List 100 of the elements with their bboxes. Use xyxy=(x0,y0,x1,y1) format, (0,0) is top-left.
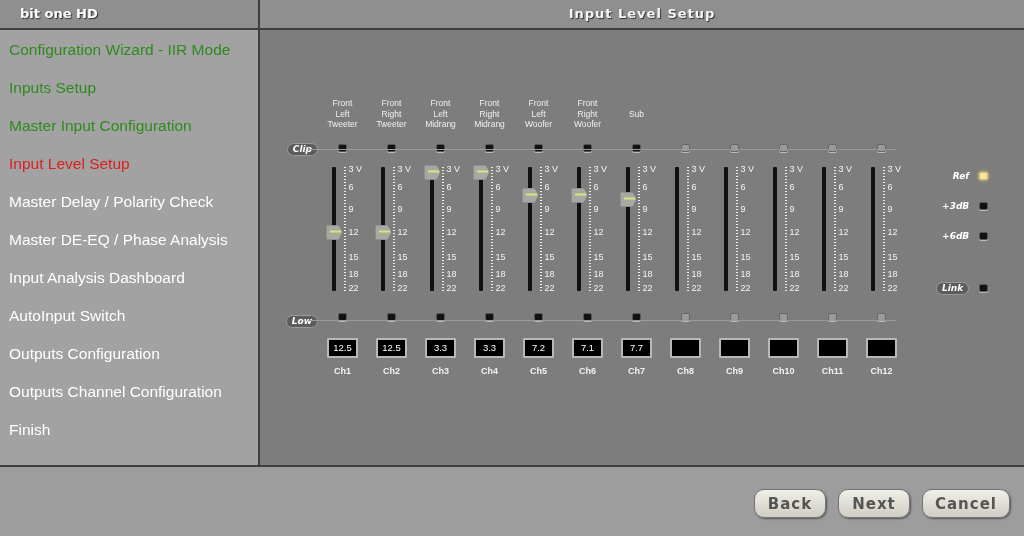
scale-label: 3 V xyxy=(348,164,362,175)
scale-label: 15 xyxy=(887,252,899,263)
slider-thumb[interactable] xyxy=(619,191,637,207)
level-slider[interactable] xyxy=(374,164,392,294)
scale-label: 12 xyxy=(740,227,752,238)
scale-label: 18 xyxy=(544,269,556,280)
scale-label: 18 xyxy=(887,269,899,280)
scale-label: 15 xyxy=(593,252,605,263)
level-readout: 12.5 xyxy=(376,338,407,358)
scale-label: 18 xyxy=(495,269,507,280)
wizard-button[interactable]: Back xyxy=(754,489,826,518)
led-indicator xyxy=(485,313,494,321)
channel-name: Ch6 xyxy=(579,366,596,376)
wizard-step[interactable]: AutoInput Switch xyxy=(0,307,258,345)
level-readout: 7.2 xyxy=(523,338,554,358)
reference-label: +3dB xyxy=(942,201,970,211)
scale-label: 3 V xyxy=(887,164,901,175)
level-readout: 12.5 xyxy=(327,338,358,358)
wizard-button[interactable]: Next xyxy=(838,489,910,518)
wizard-step[interactable]: Input Analysis Dashboard xyxy=(0,269,258,307)
wizard-step[interactable]: Configuration Wizard - IIR Mode xyxy=(0,41,258,79)
wizard-step[interactable]: Master Delay / Polarity Check xyxy=(0,193,258,231)
slider-thumb[interactable] xyxy=(570,188,588,204)
scale-label: 15 xyxy=(544,252,556,263)
clip-label: Clip xyxy=(286,143,318,156)
scale-label: 3 V xyxy=(642,164,656,175)
level-readout xyxy=(817,338,848,358)
scale-label: 6 xyxy=(495,182,502,193)
scale-label: 6 xyxy=(642,182,649,193)
wizard-step[interactable]: Outputs Channel Configuration xyxy=(0,383,258,421)
channel-label: Front Right Tweeter xyxy=(375,97,408,132)
level-slider[interactable] xyxy=(325,164,343,294)
level-readout: 7.1 xyxy=(572,338,603,358)
scale-label: 15 xyxy=(838,252,850,263)
wizard-step[interactable]: Input Level Setup xyxy=(0,155,258,193)
scale-label: 6 xyxy=(593,182,600,193)
led-indicator xyxy=(583,313,592,321)
scale-label: 12 xyxy=(348,227,360,238)
scale-label: 6 xyxy=(691,182,698,193)
scale-label: 6 xyxy=(740,182,747,193)
scale-label: 3 V xyxy=(544,164,558,175)
scale-label: 6 xyxy=(789,182,796,193)
wizard-step[interactable]: Inputs Setup xyxy=(0,79,258,117)
scale-label: 22 xyxy=(887,283,899,294)
wizard-button[interactable]: Cancel xyxy=(922,489,1010,518)
scale-label: 22 xyxy=(691,283,703,294)
reference-label: Ref xyxy=(952,171,970,181)
scale-label: 18 xyxy=(691,269,703,280)
slider-thumb[interactable] xyxy=(423,165,441,180)
scale-label: 3 V xyxy=(397,164,411,175)
level-slider[interactable] xyxy=(570,164,588,294)
wizard-step[interactable]: Master DE-EQ / Phase Analysis xyxy=(0,231,258,269)
level-slider[interactable] xyxy=(472,164,490,294)
scale-label: 3 V xyxy=(593,164,607,175)
scale-label: 15 xyxy=(740,252,752,263)
scale-label: 15 xyxy=(348,252,360,263)
low-label: Low xyxy=(285,315,318,328)
wizard-step[interactable]: Master Input Configuration xyxy=(0,117,258,155)
level-slider[interactable] xyxy=(619,164,637,294)
scale-label: 15 xyxy=(789,252,801,263)
scale-label: 3 V xyxy=(495,164,509,175)
scale-label: 9 xyxy=(789,204,796,215)
scale-label: 9 xyxy=(838,204,845,215)
scale-label: 12 xyxy=(691,227,703,238)
scale-label: 15 xyxy=(691,252,703,263)
scale-label: 9 xyxy=(495,204,502,215)
scale-label: 18 xyxy=(740,269,752,280)
slider-thumb[interactable] xyxy=(325,225,343,241)
scale-label: 9 xyxy=(593,204,600,215)
reference-label: +6dB xyxy=(942,231,970,241)
level-slider[interactable] xyxy=(521,164,539,294)
scale-label: 22 xyxy=(495,283,507,294)
slider-thumb[interactable] xyxy=(472,165,490,180)
scale-label: 3 V xyxy=(740,164,754,175)
scale-label: 6 xyxy=(838,182,845,193)
level-slider[interactable] xyxy=(423,164,441,294)
scale-label: 12 xyxy=(397,227,409,238)
level-readout xyxy=(866,338,897,358)
scale-label: 15 xyxy=(446,252,458,263)
level-readout xyxy=(670,338,701,358)
scale-label: 18 xyxy=(789,269,801,280)
level-readout xyxy=(768,338,799,358)
scale-label: 22 xyxy=(642,283,654,294)
scale-label: 9 xyxy=(544,204,551,215)
channel-name: Ch7 xyxy=(628,366,645,376)
wizard-step[interactable]: Outputs Configuration xyxy=(0,345,258,383)
slider-thumb[interactable] xyxy=(374,225,392,241)
scale-label: 3 V xyxy=(691,164,705,175)
scale-label: 22 xyxy=(348,283,360,294)
scale-label: 22 xyxy=(446,283,458,294)
wizard-step[interactable]: Finish xyxy=(0,421,258,459)
scale-label: 3 V xyxy=(446,164,460,175)
channel-label: Front Left Tweeter xyxy=(326,97,359,132)
scale-label: 9 xyxy=(446,204,453,215)
scale-label: 9 xyxy=(348,204,355,215)
slider-thumb[interactable] xyxy=(521,188,539,204)
scale-label: 3 V xyxy=(838,164,852,175)
channel-name: Ch12 xyxy=(870,366,893,376)
channel-label: Front Left Midrang xyxy=(424,97,457,132)
page-title: Input Level Setup xyxy=(567,5,717,23)
